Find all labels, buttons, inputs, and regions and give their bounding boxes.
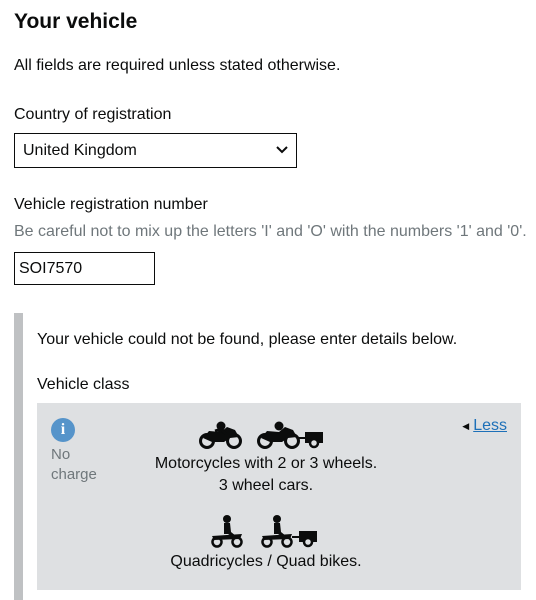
less-toggle[interactable]: ◀ Less	[462, 417, 507, 435]
registration-hint: Be careful not to mix up the letters 'I'…	[14, 223, 527, 240]
page-title: Your vehicle	[14, 10, 138, 33]
country-selected-value: United Kingdom	[23, 141, 137, 159]
motorcycle-trailer-icon	[257, 421, 325, 454]
motorcycle-line-2: 3 wheel cars.	[218, 477, 314, 494]
charge-label: No charge	[51, 446, 97, 483]
country-select[interactable]: United Kingdom	[14, 133, 297, 168]
country-label: Country of registration	[14, 106, 172, 123]
intro-text: All fields are required unless stated ot…	[14, 57, 341, 74]
quad-bike-icon	[209, 514, 245, 553]
quad-bike-trailer-icon	[259, 514, 319, 553]
triangle-left-icon: ◀	[462, 420, 470, 431]
vehicle-not-found-notice: Your vehicle could not be found, please …	[37, 331, 458, 348]
registration-input[interactable]: SOI7570	[14, 252, 155, 285]
vehicle-class-label: Vehicle class	[37, 376, 130, 393]
chevron-down-icon	[276, 145, 288, 157]
registration-label: Vehicle registration number	[14, 196, 208, 213]
quad-bike-icons	[209, 514, 319, 553]
quad-bike-description: Quadricycles / Quad bikes.	[170, 553, 362, 570]
info-icon: i	[51, 418, 75, 442]
panel-border	[14, 313, 23, 600]
motorcycle-icon	[199, 421, 243, 454]
motorcycle-description: Motorcycles with 2 or 3 wheels. 3 wheel …	[137, 453, 395, 497]
less-link[interactable]: Less	[473, 417, 507, 435]
motorcycle-icons	[199, 421, 325, 454]
registration-value: SOI7570	[19, 259, 83, 277]
motorcycle-line-1: Motorcycles with 2 or 3 wheels.	[154, 455, 378, 472]
vehicle-class-option[interactable]: i No charge ◀ Less Motorcycles with 2 or…	[37, 403, 521, 590]
